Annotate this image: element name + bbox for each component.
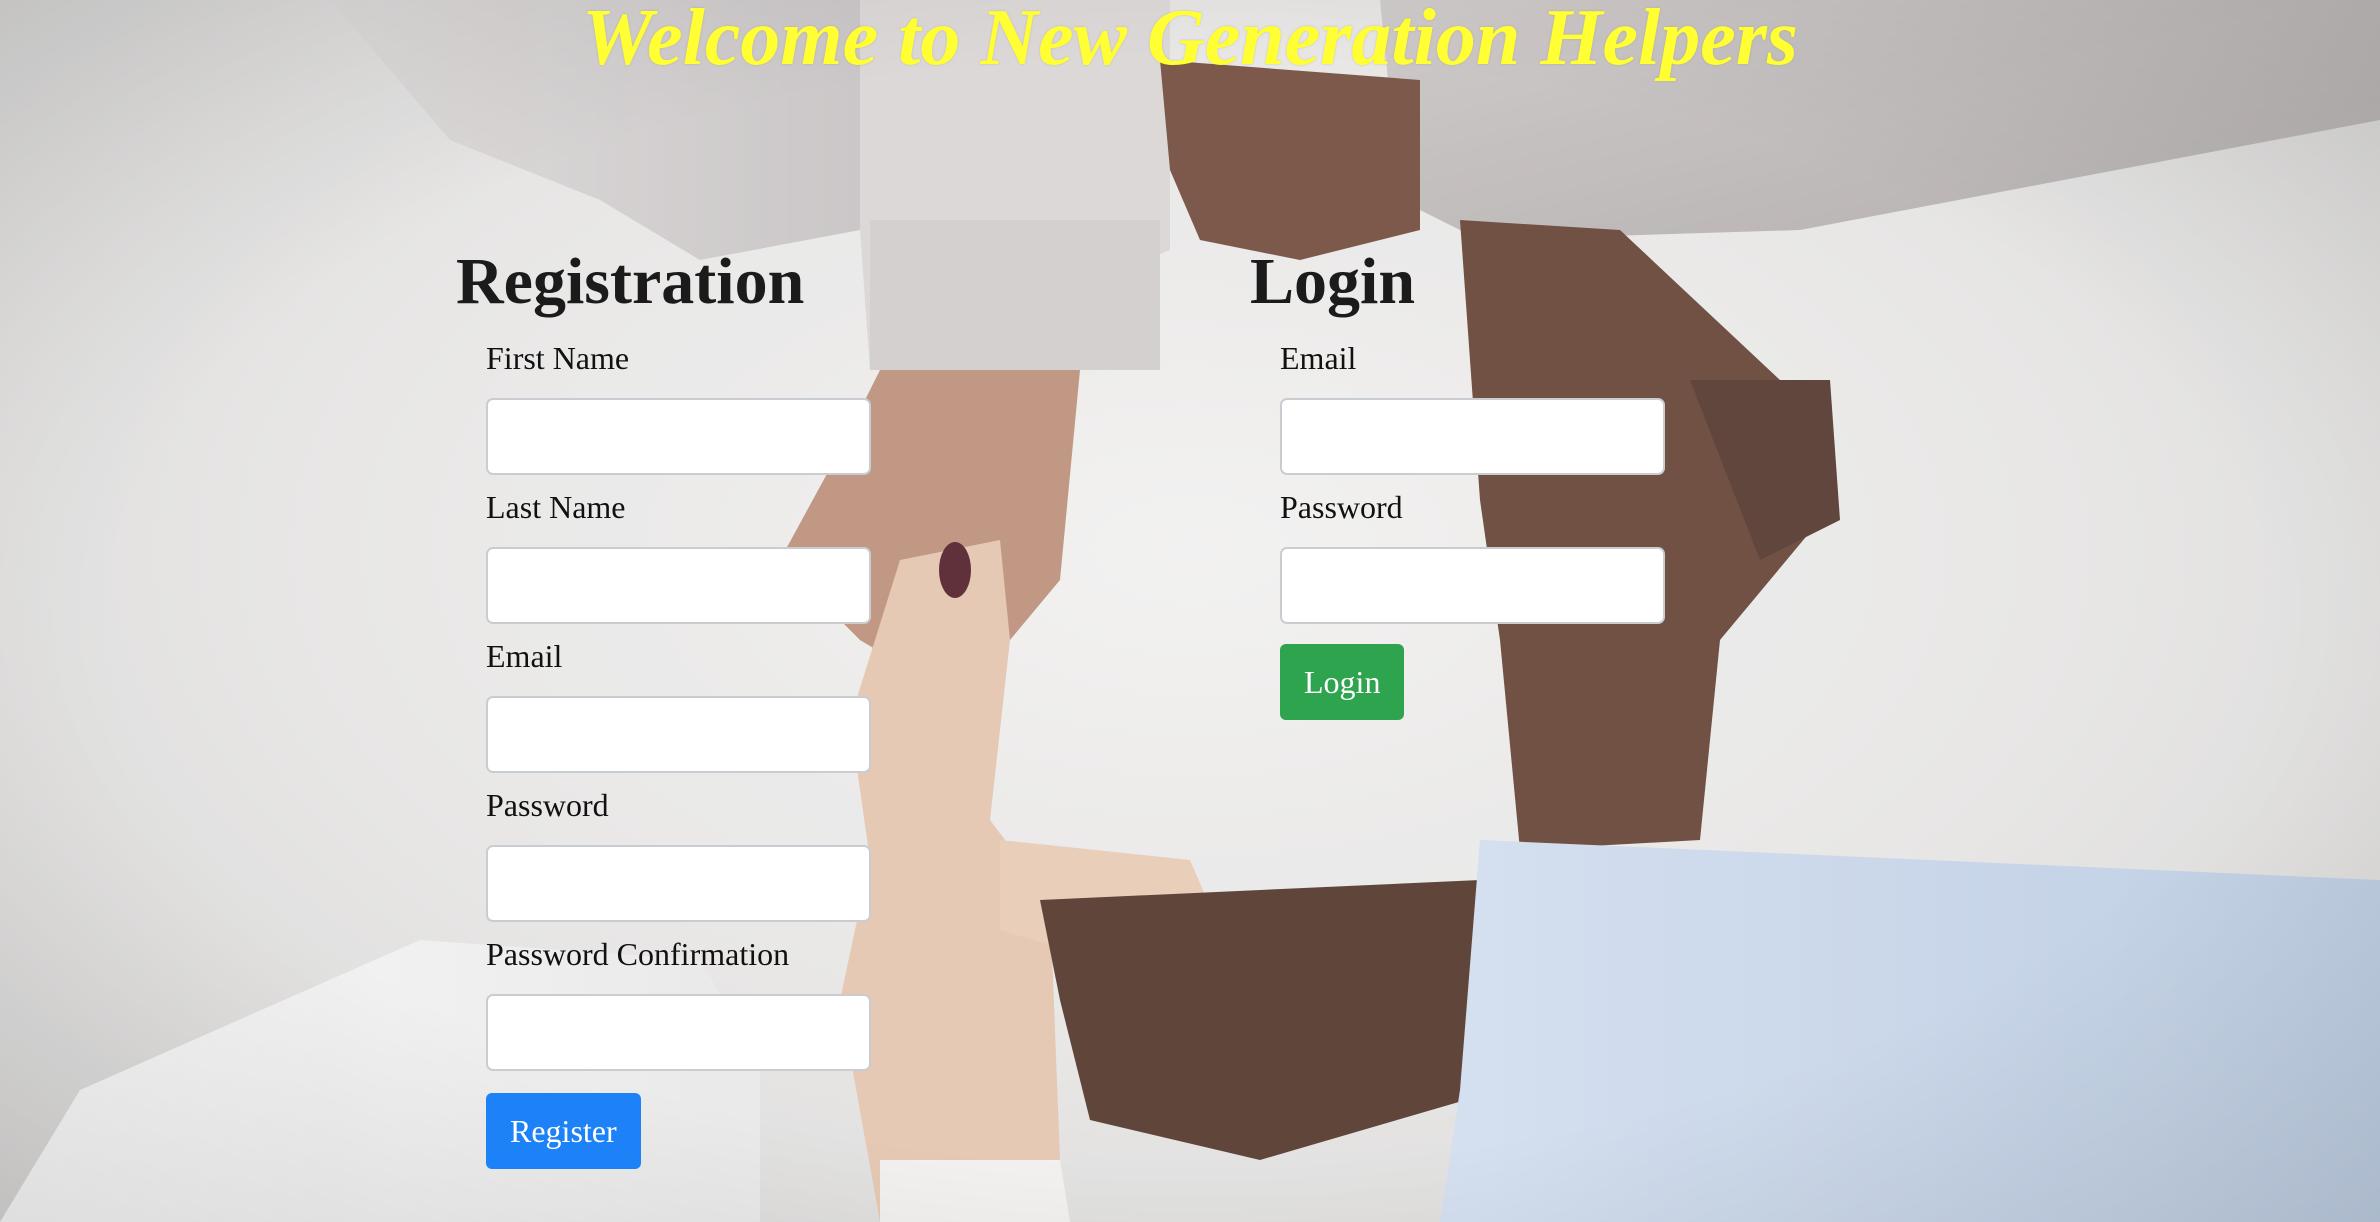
login-password-label: Password: [1280, 489, 1403, 525]
last-name-label: Last Name: [486, 489, 626, 525]
register-button[interactable]: Register: [486, 1093, 641, 1169]
registration-password-field-group: Password: [486, 787, 871, 922]
registration-email-input[interactable]: [486, 696, 871, 773]
password-confirmation-input[interactable]: [486, 994, 871, 1071]
login-form: Login Email Password Login: [1250, 244, 1665, 720]
last-name-field-group: Last Name: [486, 489, 871, 624]
login-email-field-group: Email: [1280, 340, 1665, 475]
background-photo: [0, 0, 2380, 1222]
registration-password-input[interactable]: [486, 845, 871, 922]
first-name-field-group: First Name: [486, 340, 871, 475]
last-name-input[interactable]: [486, 547, 871, 624]
interlocked-hands-illustration: [0, 0, 2380, 1222]
registration-password-label: Password: [486, 787, 609, 823]
login-email-label: Email: [1280, 340, 1357, 376]
registration-form: Registration First Name Last Name Email …: [456, 244, 871, 1169]
login-password-input[interactable]: [1280, 547, 1665, 624]
password-confirmation-field-group: Password Confirmation: [486, 936, 871, 1071]
page-title: Welcome to New Generation Helpers: [581, 0, 1799, 82]
login-heading: Login: [1250, 245, 1416, 318]
login-password-field-group: Password: [1280, 489, 1665, 624]
registration-heading: Registration: [456, 245, 805, 318]
login-button[interactable]: Login: [1280, 644, 1405, 720]
registration-email-field-group: Email: [486, 638, 871, 773]
login-email-input[interactable]: [1280, 398, 1665, 475]
registration-email-label: Email: [486, 638, 563, 674]
password-confirmation-label: Password Confirmation: [486, 936, 790, 972]
first-name-input[interactable]: [486, 398, 871, 475]
first-name-label: First Name: [486, 340, 630, 376]
